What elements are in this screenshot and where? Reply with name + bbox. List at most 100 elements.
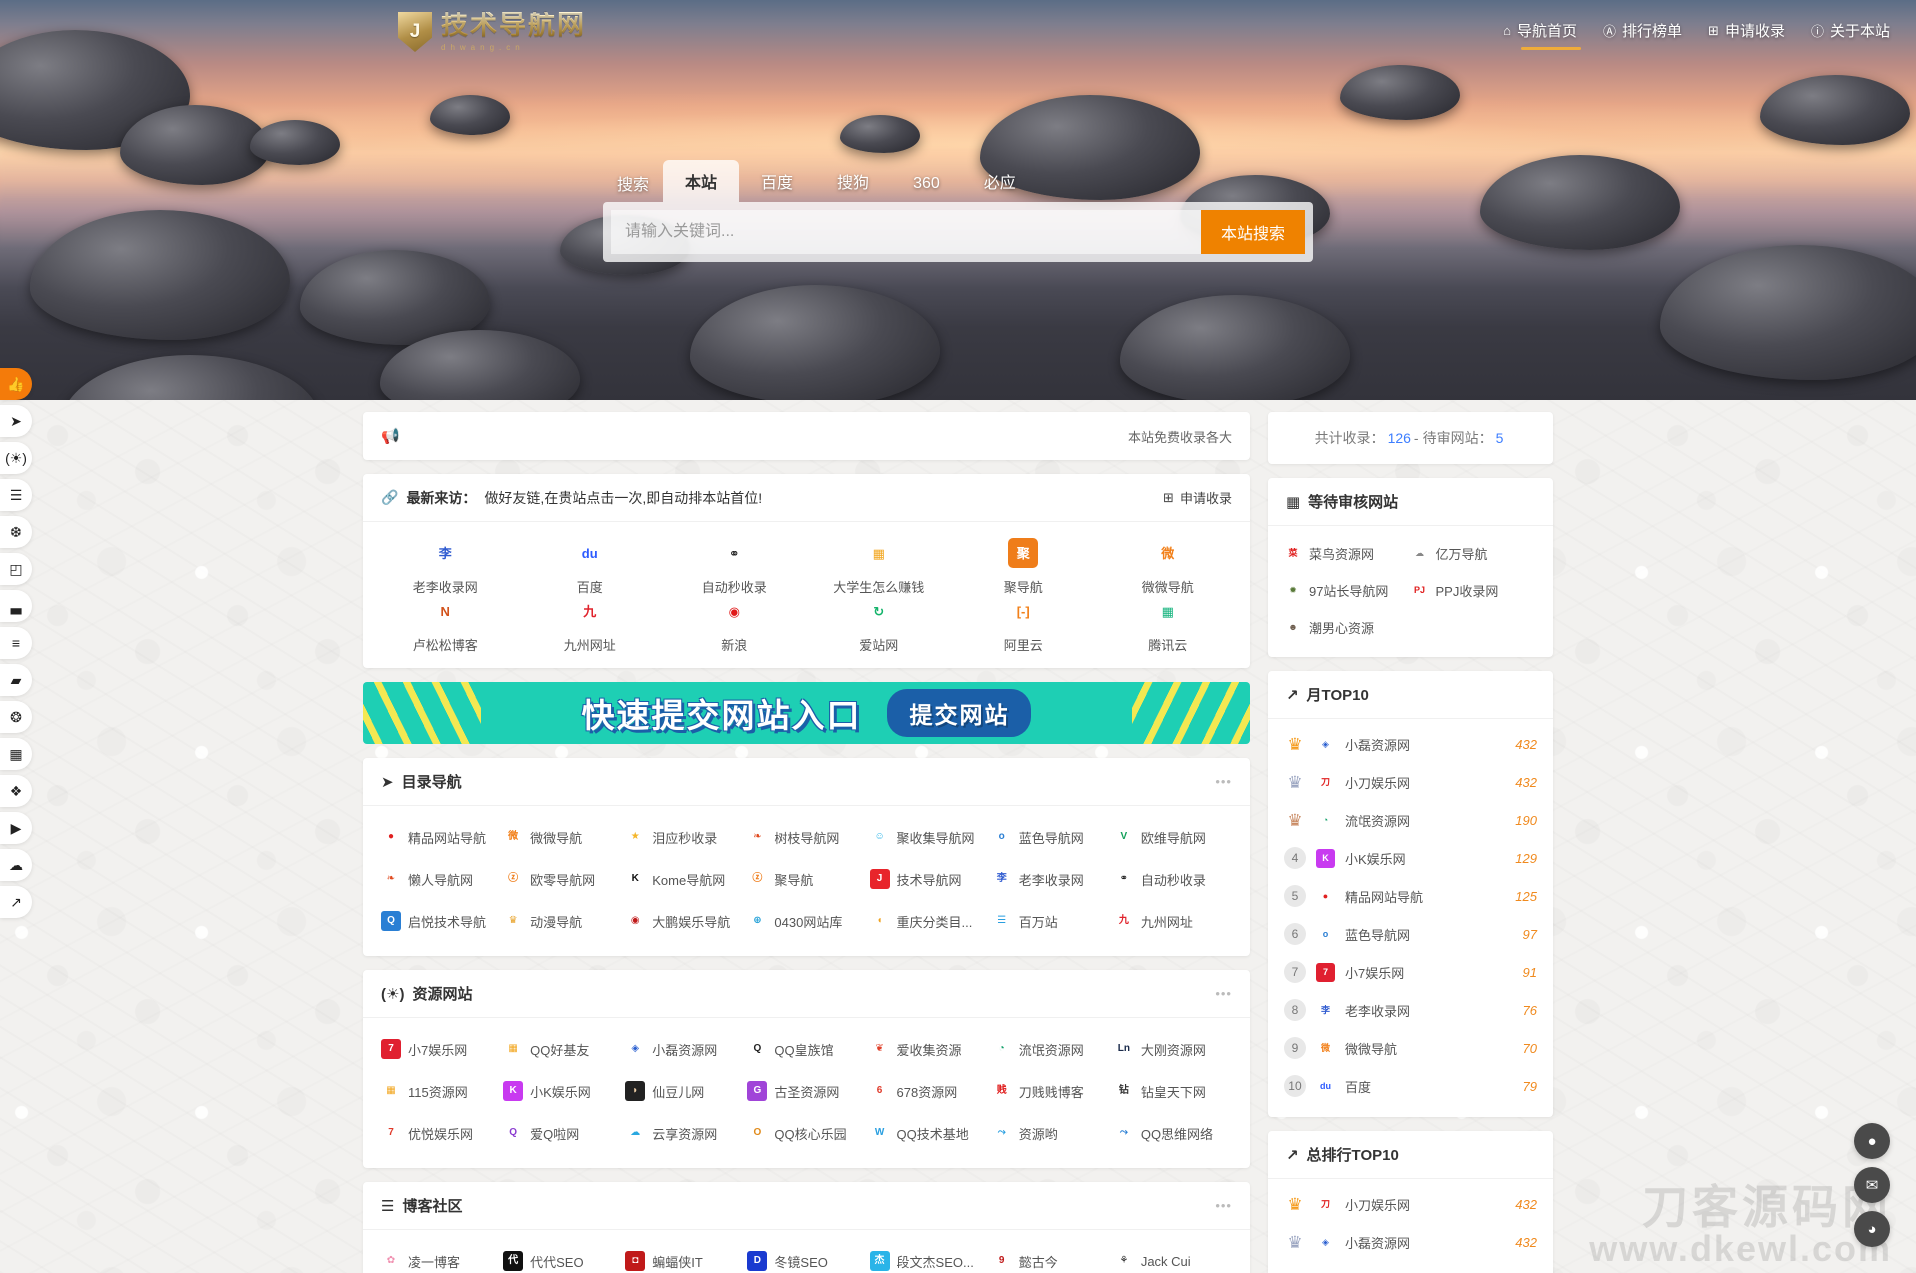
qq-icon[interactable]: ● bbox=[1854, 1123, 1890, 1159]
site-link[interactable]: V 欧维导航网 bbox=[1112, 818, 1234, 856]
site-link[interactable]: K 小K娱乐网 bbox=[501, 1072, 623, 1110]
site-link[interactable]: ⤳ 资源哟 bbox=[990, 1114, 1112, 1152]
visit-item[interactable]: 李老李收录网 bbox=[373, 538, 517, 596]
site-link[interactable]: 7 小7娱乐网 bbox=[379, 1030, 501, 1068]
trend-icon[interactable]: ↗ bbox=[0, 886, 32, 918]
site-link[interactable]: ◗ 仙豆儿网 bbox=[623, 1072, 745, 1110]
site-link[interactable]: ★ 泪应秒收录 bbox=[623, 818, 745, 856]
site-link[interactable]: 钻钻皇天下网 bbox=[1112, 1072, 1234, 1110]
mail-icon[interactable]: ✉ bbox=[1854, 1167, 1890, 1203]
site-link[interactable]: ♛ 动漫导航 bbox=[501, 902, 623, 940]
site-link[interactable]: J 技术导航网 bbox=[868, 860, 990, 898]
pending-site-item[interactable]: ☻ 潮男心资源 bbox=[1283, 612, 1411, 643]
search-tab-baidu[interactable]: 百度 bbox=[739, 160, 815, 202]
visit-item[interactable]: du 百度 bbox=[517, 538, 662, 596]
site-link[interactable]: W QQ技术基地 bbox=[868, 1114, 990, 1152]
thumbs-up-icon[interactable]: 👍 bbox=[0, 368, 32, 400]
site-link[interactable]: 九九州网址 bbox=[1112, 902, 1234, 940]
card-icon[interactable]: ≡ bbox=[0, 627, 32, 659]
visit-item[interactable]: 九九州网址 bbox=[517, 596, 662, 654]
site-link[interactable]: ◘ 蝙蝠侠IT bbox=[623, 1242, 745, 1273]
site-link[interactable]: G 古圣资源网 bbox=[745, 1072, 867, 1110]
search-tab-bing[interactable]: 必应 bbox=[962, 160, 1038, 202]
visit-item[interactable]: [-] 阿里云 bbox=[951, 596, 1096, 654]
site-link[interactable]: K Kome导航网 bbox=[623, 860, 745, 898]
site-link[interactable]: D 冬镜SEO bbox=[745, 1242, 867, 1273]
video-icon[interactable]: ▶ bbox=[0, 812, 32, 844]
site-link[interactable]: ⊕ 0430网站库 bbox=[745, 902, 867, 940]
nav-item-排行榜单[interactable]: Ⓐ 排行榜单 bbox=[1603, 20, 1682, 50]
site-link[interactable]: ☺ 聚收集导航网 bbox=[868, 818, 990, 856]
nav-item-关于本站[interactable]: ⓘ 关于本站 bbox=[1811, 20, 1890, 50]
section-more-button[interactable]: ••• bbox=[1215, 774, 1232, 789]
visit-item[interactable]: 聚聚导航 bbox=[951, 538, 1096, 596]
site-link[interactable]: O QQ核心乐园 bbox=[745, 1114, 867, 1152]
section-more-button[interactable]: ••• bbox=[1215, 1198, 1232, 1213]
site-logo[interactable]: J 技术导航网 dhwang.cn bbox=[398, 12, 586, 52]
site-link[interactable]: 7 优悦娱乐网 bbox=[379, 1114, 501, 1152]
site-link[interactable]: ⤳ QQ思维网络 bbox=[1112, 1114, 1234, 1152]
site-link[interactable]: ❧ 树枝导航网 bbox=[745, 818, 867, 856]
rank-row[interactable]: 8 李老李收录网 76 bbox=[1283, 991, 1537, 1029]
site-link[interactable]: 6 678资源网 bbox=[868, 1072, 990, 1110]
site-link[interactable]: ❧ 懒人导航网 bbox=[379, 860, 501, 898]
rank-row[interactable]: 9 微微微导航 70 bbox=[1283, 1029, 1537, 1067]
rank-row[interactable]: ♛◔流氓资源网190 bbox=[1284, 1261, 1537, 1273]
site-link[interactable]: ⓩ 聚导航 bbox=[745, 860, 867, 898]
site-link[interactable]: ❦ 爱收集资源 bbox=[868, 1030, 990, 1068]
site-link[interactable]: 李老李收录网 bbox=[990, 860, 1112, 898]
site-link[interactable]: ◔ 流氓资源网 bbox=[990, 1030, 1112, 1068]
fire-circle-icon[interactable]: (☀) bbox=[0, 442, 32, 474]
visit-item[interactable]: ◉ 新浪 bbox=[662, 596, 807, 654]
site-link[interactable]: ◈ 小磊资源网 bbox=[623, 1030, 745, 1068]
search-engine-tabs[interactable]: 搜索 本站 百度 搜狗 360 必应 bbox=[603, 160, 1313, 202]
rank-row[interactable]: ♛ ◈ 小磊资源网 432 bbox=[1284, 725, 1537, 763]
site-link[interactable]: ☁ 云享资源网 bbox=[623, 1114, 745, 1152]
pending-site-item[interactable]: ✹ 97站长导航网 bbox=[1283, 575, 1411, 606]
site-link[interactable]: Q 启悦技术导航 bbox=[379, 902, 501, 940]
visit-item[interactable]: 微微微导航 bbox=[1095, 538, 1240, 596]
site-link[interactable]: 代代代SEO bbox=[501, 1242, 623, 1273]
rank-row[interactable]: 7 7 小7娱乐网 91 bbox=[1283, 953, 1537, 991]
pending-site-item[interactable]: 菜菜鸟资源网 bbox=[1283, 538, 1411, 569]
paper-plane-icon[interactable]: ➤ bbox=[0, 405, 32, 437]
floating-action-buttons[interactable]: ● ✉ ◕ bbox=[1854, 1123, 1890, 1247]
search-tab-360[interactable]: 360 bbox=[891, 166, 962, 202]
top-navigation[interactable]: ⌂ 导航首页 Ⓐ 排行榜单 ⊞ 申请收录 ⓘ 关于本站 bbox=[1503, 20, 1890, 50]
visit-item[interactable]: N 卢松松博客 bbox=[373, 596, 517, 654]
apply-include-button[interactable]: ⊞ 申请收录 bbox=[1163, 488, 1232, 507]
snowflake-icon[interactable]: ❆ bbox=[0, 516, 32, 548]
site-link[interactable]: ⓩ 欧零导航网 bbox=[501, 860, 623, 898]
search-tab-sogou[interactable]: 搜狗 bbox=[815, 160, 891, 202]
rank-row[interactable]: 4 K 小K娱乐网 129 bbox=[1283, 839, 1537, 877]
search-input[interactable] bbox=[611, 210, 1201, 254]
rank-row[interactable]: 6 o 蓝色导航网 97 bbox=[1283, 915, 1537, 953]
map-icon[interactable]: ▰ bbox=[0, 664, 32, 696]
site-link[interactable]: ◖ 重庆分类目... bbox=[868, 902, 990, 940]
visit-item[interactable]: ↻ 爱站网 bbox=[806, 596, 950, 654]
submit-site-banner[interactable]: 快速提交网站入口 提交网站 bbox=[363, 682, 1250, 744]
site-link[interactable]: ◉ 大鹏娱乐导航 bbox=[623, 902, 745, 940]
document-icon[interactable]: ☰ bbox=[0, 479, 32, 511]
visit-item[interactable]: ▦ 腾讯云 bbox=[1095, 596, 1240, 654]
site-link[interactable]: ● 精品网站导航 bbox=[379, 818, 501, 856]
wechat-icon[interactable]: ◕ bbox=[1854, 1211, 1890, 1247]
site-link[interactable]: ▦ 115资源网 bbox=[379, 1072, 501, 1110]
visit-item[interactable]: ▦ 大学生怎么赚钱 bbox=[806, 538, 950, 596]
site-link[interactable]: Q QQ皇族馆 bbox=[745, 1030, 867, 1068]
site-link[interactable]: ☰ 百万站 bbox=[990, 902, 1112, 940]
grid-icon[interactable]: ▦ bbox=[0, 738, 32, 770]
visit-item[interactable]: ⚭ 自动秒收录 bbox=[662, 538, 807, 596]
site-link[interactable]: ▦ QQ好基友 bbox=[501, 1030, 623, 1068]
cloud-icon[interactable]: ☁ bbox=[0, 849, 32, 881]
site-link[interactable]: 贱刀贱贱博客 bbox=[990, 1072, 1112, 1110]
chart-bar-icon[interactable]: ▃ bbox=[0, 590, 32, 622]
site-link[interactable]: Q 爱Q啦网 bbox=[501, 1114, 623, 1152]
lifebuoy-icon[interactable]: ❂ bbox=[0, 701, 32, 733]
section-more-button[interactable]: ••• bbox=[1215, 986, 1232, 1001]
site-link[interactable]: 杰段文杰SEO... bbox=[868, 1242, 990, 1273]
rank-row[interactable]: ♛ 刀小刀娱乐网 432 bbox=[1284, 763, 1537, 801]
site-link[interactable]: ⚘ Jack Cui bbox=[1112, 1242, 1234, 1273]
pending-site-item[interactable]: ☁ 亿万导航 bbox=[1410, 538, 1537, 569]
rank-row[interactable]: 10 du 百度 79 bbox=[1283, 1067, 1537, 1105]
